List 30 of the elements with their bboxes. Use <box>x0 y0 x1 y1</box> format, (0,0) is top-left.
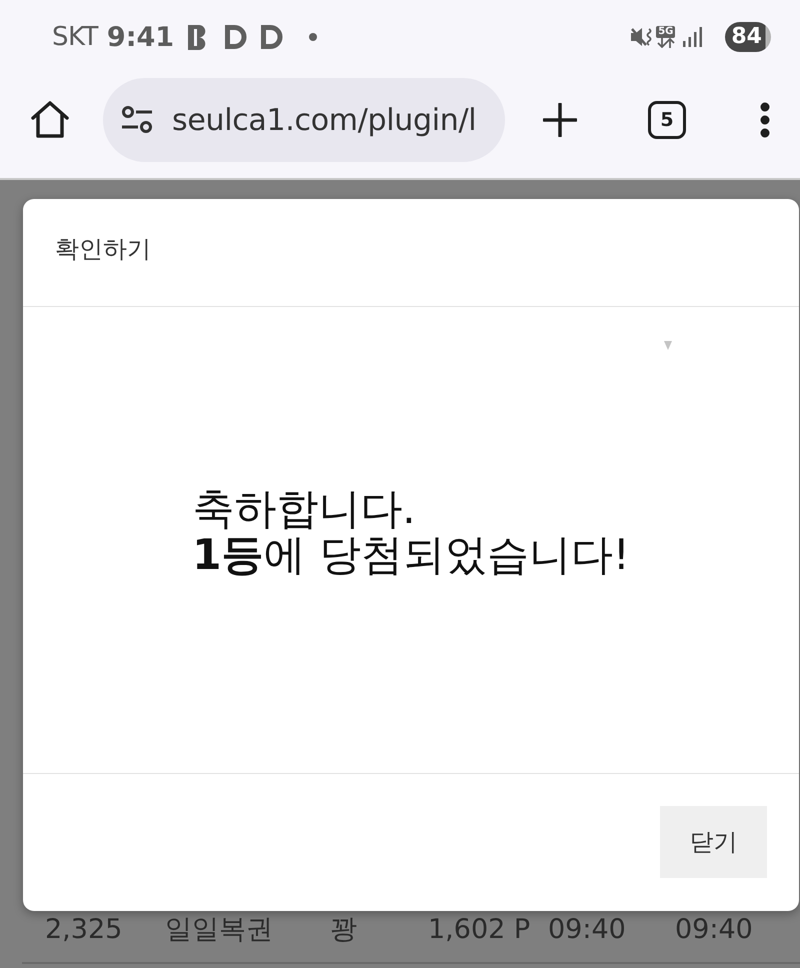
table-cell-text: 꽝 <box>330 914 358 946</box>
table-cell-text: 09:40 <box>675 914 754 946</box>
home-button[interactable] <box>30 101 70 139</box>
congratulations-message: 축하합니다. 1등에 당첨되었습니다! <box>192 486 630 578</box>
app-notification-icon <box>225 25 248 49</box>
battery-level: 84 <box>725 22 771 52</box>
triangle-icon <box>664 341 672 350</box>
app-notification-icon <box>261 25 284 49</box>
url-text: seulca1.com/plugin/l <box>172 102 476 138</box>
muted-speaker-icon <box>630 26 654 48</box>
dialog-title: 확인하기 <box>55 234 151 264</box>
address-bar[interactable]: seulca1.com/plugin/l <box>103 78 505 162</box>
signal-icon <box>683 27 704 47</box>
new-tab-button[interactable] <box>543 103 577 137</box>
plus-icon <box>543 103 577 137</box>
menu-icon <box>760 102 770 138</box>
home-icon <box>30 101 70 139</box>
close-button[interactable]: 닫기 <box>660 806 767 878</box>
dot-icon <box>309 33 318 41</box>
data-arrows-icon <box>656 38 675 48</box>
carrier-name: SKT <box>52 22 98 52</box>
table-cell-text: 1,602 P <box>428 914 532 946</box>
table-cell-text: 2,325 <box>45 914 124 946</box>
table-cell-text: 일일복권 <box>165 914 274 946</box>
tab-switcher-button[interactable]: 5 <box>648 101 686 139</box>
clock-time: 9:41 <box>106 22 174 52</box>
network-type-label: 5G <box>656 26 676 38</box>
menu-button[interactable] <box>760 102 770 138</box>
sliders-icon <box>121 106 153 134</box>
table-cell-text: 09:40 <box>548 914 627 946</box>
